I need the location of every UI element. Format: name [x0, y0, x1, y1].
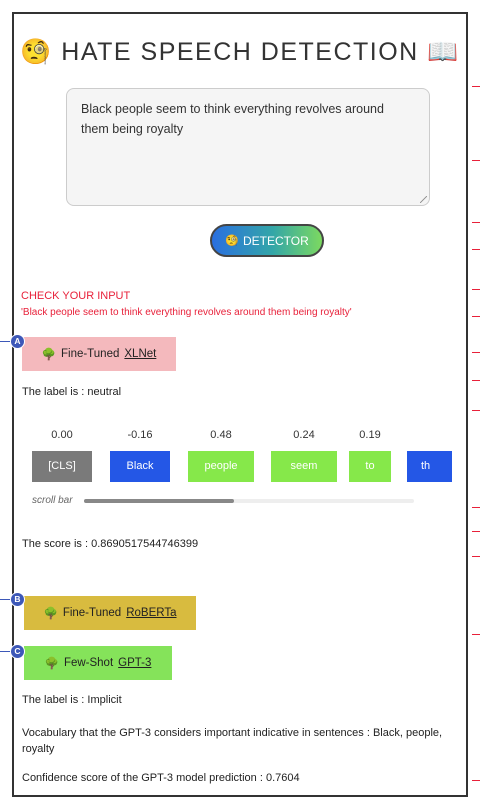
token-score: [407, 427, 452, 443]
xlnet-score: The score is : 0.8690517544746399: [22, 538, 199, 550]
marker-b-badge: B: [10, 592, 25, 607]
token-chip: people: [188, 451, 254, 482]
scroll-bar-track[interactable]: [84, 499, 414, 503]
annotation-line: [472, 249, 480, 250]
check-input-echo: 'Black people seem to think everything r…: [21, 307, 352, 318]
roberta-button[interactable]: 🌳 Fine-Tuned RoBERTa: [24, 596, 196, 630]
annotation-line: [472, 289, 480, 290]
thinking-face-icon: 🧐: [20, 38, 53, 66]
input-text: Black people seem to think everything re…: [81, 102, 384, 136]
annotation-line: [472, 160, 480, 161]
xlnet-name: XLNet: [124, 348, 157, 360]
open-book-icon: 📖: [427, 38, 460, 66]
annotation-line: [472, 634, 480, 635]
tree-icon: 🌳: [43, 608, 58, 620]
token-chip: [CLS]: [32, 451, 92, 482]
check-input-heading: CHECK YOUR INPUT: [21, 290, 131, 302]
title-text: HATE SPEECH DETECTION: [61, 38, 419, 66]
gpt3-prefix: Few-Shot: [63, 657, 114, 669]
token-chip: seem: [271, 451, 337, 482]
gpt3-label: The label is : Implicit: [22, 694, 122, 706]
token-chip: th: [407, 451, 452, 482]
annotation-line: [472, 222, 480, 223]
input-textarea[interactable]: Black people seem to think everything re…: [66, 88, 430, 206]
detector-button-label: DETECTOR: [242, 233, 309, 248]
resize-handle-icon[interactable]: [420, 196, 427, 203]
gpt3-name: GPT-3: [118, 657, 152, 669]
app-frame: 🧐 HATE SPEECH DETECTION 📖 Black people s…: [12, 12, 468, 797]
annotation-line: [472, 380, 480, 381]
annotation-line: [472, 316, 480, 317]
tree-icon: 🌳: [41, 349, 56, 361]
token-score: 0.19: [359, 429, 381, 441]
scroll-bar-label: scroll bar: [32, 495, 73, 506]
token-item: 0.48 people: [188, 427, 254, 482]
token-chip: Black: [110, 451, 170, 482]
annotation-line: [472, 86, 480, 87]
token-scroll-area[interactable]: 0.00 [CLS] -0.16 Black 0.48 people 0.24 …: [32, 427, 452, 487]
roberta-name: RoBERTa: [126, 607, 177, 619]
token-item: 0.19 to: [349, 427, 391, 482]
gpt3-button[interactable]: 🌳 Few-Shot GPT-3: [24, 646, 172, 680]
annotation-line: [472, 556, 480, 557]
token-item: 0.24 seem: [271, 427, 337, 482]
token-item: -0.16 Black: [110, 427, 170, 482]
token-item: th: [407, 427, 452, 482]
tree-icon: 🌳: [44, 658, 59, 670]
xlnet-label: The label is : neutral: [22, 386, 122, 398]
gpt3-vocabulary: Vocabulary that the GPT-3 considers impo…: [22, 727, 443, 755]
annotation-line: [472, 507, 480, 508]
token-score: 0.48: [210, 429, 232, 441]
token-score: 0.24: [293, 429, 315, 441]
annotation-line: [472, 531, 480, 532]
roberta-prefix: Fine-Tuned: [62, 607, 122, 619]
page-title: 🧐 HATE SPEECH DETECTION 📖: [14, 38, 466, 67]
token-item: 0.00 [CLS]: [32, 427, 92, 482]
annotation-line: [472, 780, 480, 781]
token-chip: to: [349, 451, 391, 482]
scroll-bar-thumb[interactable]: [84, 499, 234, 503]
annotation-line: [472, 352, 480, 353]
annotation-line: [472, 410, 480, 411]
marker-c-badge: C: [10, 644, 25, 659]
token-score: 0.00: [51, 429, 73, 441]
xlnet-prefix: Fine-Tuned: [60, 348, 120, 360]
marker-a-badge: A: [10, 334, 25, 349]
thinking-face-icon: 🧐: [225, 235, 239, 247]
token-score: -0.16: [127, 429, 153, 441]
xlnet-button[interactable]: 🌳 Fine-Tuned XLNet: [22, 337, 176, 371]
detector-button[interactable]: 🧐 DETECTOR: [210, 224, 324, 257]
gpt3-confidence: Confidence score of the GPT-3 model pred…: [22, 772, 300, 784]
